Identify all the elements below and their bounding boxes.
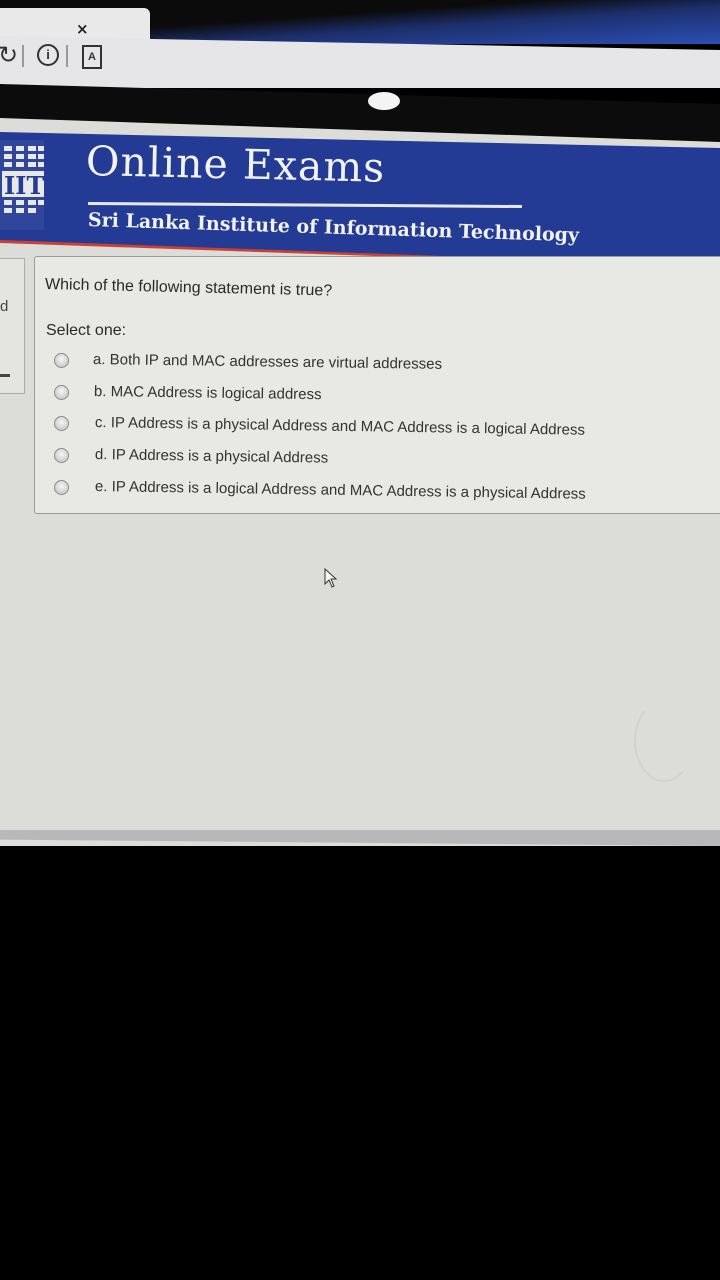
option-label: b. MAC Address is logical address	[93, 383, 322, 404]
screen-glare	[368, 92, 400, 110]
info-icon[interactable]: i	[37, 44, 59, 66]
toolbar-separator	[66, 45, 68, 67]
radio-button[interactable]	[54, 448, 69, 463]
select-one-label: Select one:	[46, 322, 127, 339]
radio-button[interactable]	[54, 385, 69, 400]
option-label: d. IP Address is a physical Address	[94, 446, 329, 467]
reload-icon[interactable]: ↻	[0, 41, 18, 69]
sliit-logo-icon: IIT	[0, 140, 44, 230]
screen-reflection	[634, 700, 694, 782]
left-panel-mark	[0, 374, 10, 377]
mouse-pointer-icon	[324, 568, 338, 588]
tab-close-button[interactable]: ×	[76, 20, 89, 38]
radio-button[interactable]	[54, 480, 69, 495]
radio-button[interactable]	[54, 416, 69, 431]
toolbar-separator	[22, 45, 24, 67]
logo-text: IIT	[4, 171, 44, 200]
radio-button[interactable]	[54, 353, 69, 368]
left-panel-text: d	[0, 298, 9, 315]
page-title: Online Exams	[85, 137, 386, 192]
page-icon[interactable]: A	[82, 45, 102, 69]
